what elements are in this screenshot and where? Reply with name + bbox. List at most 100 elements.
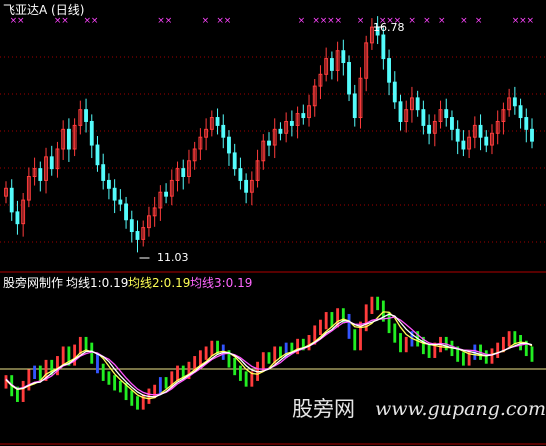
oscillator-bar bbox=[307, 335, 311, 351]
oscillator-bar bbox=[96, 354, 99, 374]
candle-body bbox=[398, 101, 403, 122]
chart-title: 飞亚达A (日线) bbox=[3, 3, 85, 17]
oscillator-bar bbox=[113, 375, 117, 391]
sell-marker: × bbox=[165, 16, 173, 26]
candle-body bbox=[238, 168, 243, 181]
candle-body bbox=[387, 58, 391, 83]
candle-body bbox=[164, 191, 169, 197]
candle-body bbox=[227, 136, 231, 154]
candle-body bbox=[38, 168, 43, 181]
oscillator-bar bbox=[118, 380, 122, 393]
candle-body bbox=[221, 124, 226, 138]
oscillator-bar bbox=[158, 377, 162, 395]
candle-body bbox=[461, 140, 466, 150]
candle-body bbox=[484, 136, 489, 146]
oscillator-bar bbox=[461, 352, 465, 366]
candle-body bbox=[112, 187, 117, 201]
candle-body bbox=[244, 179, 249, 193]
watermark-url: www.gupang.com bbox=[375, 398, 546, 420]
sell-marker: × bbox=[298, 16, 306, 26]
oscillator-bar bbox=[61, 346, 65, 366]
candle-body bbox=[232, 152, 237, 170]
candle-body bbox=[124, 203, 128, 221]
oscillator-bar bbox=[136, 396, 139, 410]
sell-marker: × bbox=[475, 16, 483, 26]
sell-marker: × bbox=[335, 16, 343, 26]
oscillator-bar bbox=[90, 342, 94, 364]
candle-body bbox=[89, 120, 94, 146]
oscillator-bar bbox=[404, 336, 408, 353]
oscillator-bar bbox=[353, 329, 357, 351]
oscillator-bar bbox=[484, 350, 488, 364]
candle-body bbox=[66, 128, 71, 150]
oscillator-bar bbox=[27, 369, 31, 391]
sell-marker: × bbox=[460, 16, 468, 26]
oscillator-bar bbox=[427, 344, 431, 358]
candle-body bbox=[518, 105, 523, 119]
candle-body bbox=[49, 156, 54, 170]
oscillator-bar bbox=[490, 348, 494, 364]
candle-body bbox=[215, 117, 220, 126]
candle-body bbox=[95, 144, 100, 166]
sell-marker: × bbox=[527, 16, 535, 26]
sell-marker-row: × × × × × × × × × × × × × × × × × × × × × × × × × × × × bbox=[10, 16, 534, 26]
candle-body bbox=[455, 128, 460, 142]
candle-body bbox=[524, 117, 529, 130]
candle-body bbox=[392, 81, 397, 103]
stock-chart-canvas: × × × × × × × × × × × × × × × × × × × × × × × × × × × × bbox=[0, 16, 546, 445]
oscillator-bar bbox=[267, 352, 271, 364]
sell-marker: × bbox=[91, 16, 99, 26]
high-price-label: 16.78 bbox=[373, 21, 405, 34]
oscillator-bar bbox=[399, 333, 402, 353]
oscillator-bar bbox=[204, 346, 208, 360]
candle-body bbox=[135, 231, 140, 240]
watermark-text: 股旁网 bbox=[292, 397, 355, 421]
oscillator-bar bbox=[210, 340, 214, 357]
ma2-legend: 均线2:0.19 bbox=[128, 276, 191, 290]
oscillator-bar bbox=[496, 342, 500, 358]
indicator-name: 股旁网制作 bbox=[3, 276, 64, 290]
candle-body bbox=[129, 219, 134, 233]
candle-body bbox=[512, 97, 517, 107]
candle-body bbox=[101, 164, 106, 181]
ma1-legend: 均线1:0.19 bbox=[66, 276, 129, 290]
oscillator-bar bbox=[393, 323, 397, 343]
candle-body bbox=[347, 62, 351, 95]
candle-body bbox=[381, 34, 386, 60]
oscillator-bar bbox=[370, 296, 374, 314]
candle-body bbox=[15, 211, 20, 225]
oscillator-bar bbox=[530, 346, 534, 362]
oscillator-bar bbox=[107, 371, 111, 385]
oscillator-bar bbox=[101, 363, 105, 381]
oscillator-bar bbox=[21, 380, 25, 402]
oscillator-bar bbox=[176, 365, 179, 381]
candle-body bbox=[181, 168, 186, 178]
sell-marker: × bbox=[202, 16, 210, 26]
candle-body bbox=[478, 124, 483, 138]
price-candlesticks bbox=[4, 16, 534, 253]
oscillator-bar bbox=[164, 377, 168, 389]
candle-body bbox=[267, 140, 271, 146]
oscillator-bar bbox=[467, 350, 471, 366]
sell-marker: × bbox=[408, 16, 416, 26]
oscillator-bar bbox=[198, 350, 202, 366]
oscillator-bar bbox=[507, 331, 511, 347]
candle-body bbox=[9, 187, 14, 213]
oscillator-bar bbox=[233, 357, 237, 376]
sell-marker: × bbox=[423, 16, 431, 26]
sell-marker: × bbox=[438, 16, 446, 26]
sell-marker: × bbox=[357, 16, 365, 26]
low-price-label: 11.03 bbox=[157, 251, 189, 264]
candle-body bbox=[352, 93, 357, 119]
oscillator-bar bbox=[376, 296, 380, 311]
ma3-legend: 均线3:0.19 bbox=[190, 276, 253, 290]
candle-body bbox=[289, 120, 294, 126]
candle-body bbox=[415, 97, 420, 111]
sell-marker: × bbox=[224, 16, 232, 26]
candle-body bbox=[444, 109, 449, 119]
oscillator-bar bbox=[78, 336, 82, 355]
oscillator-bar bbox=[238, 365, 242, 381]
oscillator-bar bbox=[347, 313, 351, 339]
candle-body bbox=[530, 128, 534, 142]
candle-body bbox=[301, 113, 306, 119]
